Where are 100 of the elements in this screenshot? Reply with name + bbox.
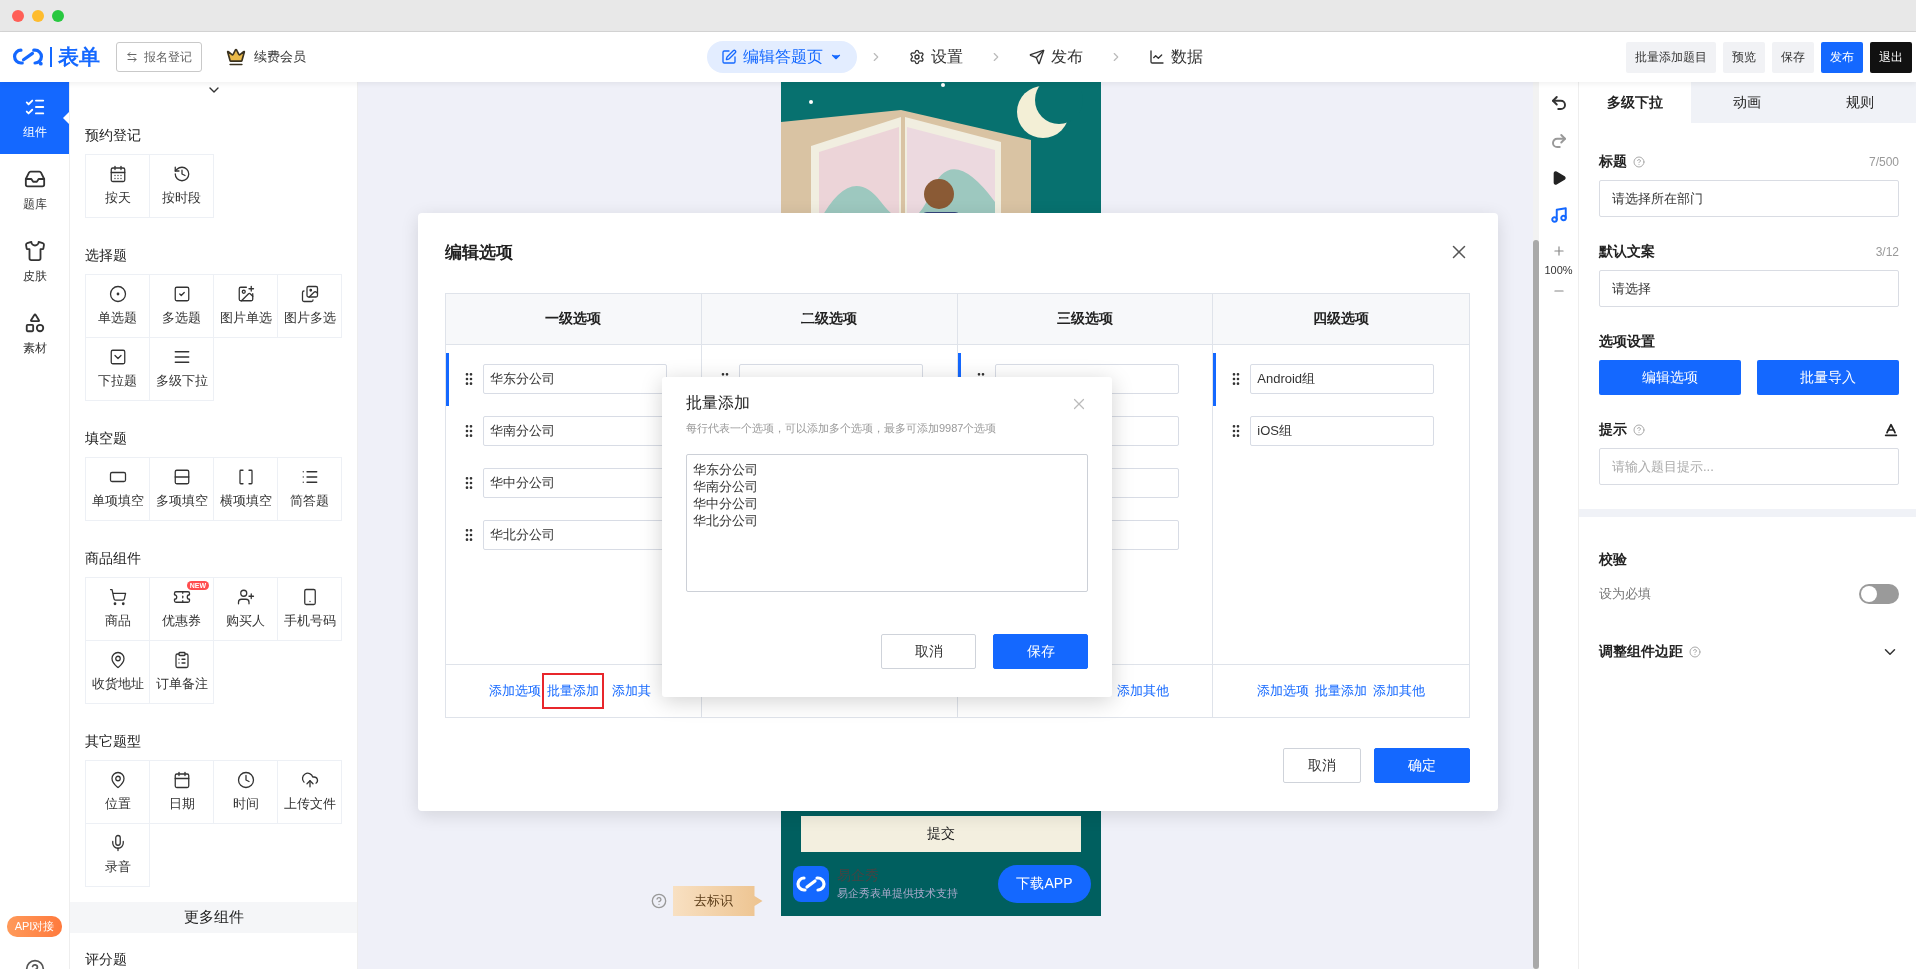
component-button[interactable]: 图片单选: [214, 275, 277, 337]
dialog-button[interactable]: 保存: [993, 634, 1088, 669]
component-button[interactable]: 时间: [214, 761, 277, 823]
component-button[interactable]: 录音: [86, 824, 149, 886]
column-header: 三级选项: [957, 294, 1213, 345]
toolbar-button[interactable]: 批量添加题目: [1626, 41, 1716, 73]
user-plus-icon: [236, 588, 255, 606]
component-button[interactable]: 收货地址: [86, 641, 149, 703]
dialog-title: 编辑选项: [445, 241, 513, 264]
option-settings-button[interactable]: 批量导入: [1757, 360, 1899, 395]
toolbar-button[interactable]: 退出: [1870, 41, 1912, 73]
scrollbar[interactable]: [1533, 240, 1539, 969]
required-label: 设为必填: [1599, 585, 1651, 603]
component-button[interactable]: 购买人: [214, 578, 277, 640]
panel-tab[interactable]: 动画: [1691, 82, 1804, 123]
pin-icon: [108, 651, 127, 669]
component-button[interactable]: 按时段: [150, 155, 213, 217]
dialog-button[interactable]: 确定: [1374, 748, 1470, 783]
table-link[interactable]: 添加其: [606, 673, 656, 709]
cloud-upload-icon: [300, 771, 319, 789]
hint-input[interactable]: 请输入题目提示...: [1599, 448, 1899, 485]
ticket-icon: [172, 588, 191, 606]
component-button[interactable]: 单选题: [86, 275, 149, 337]
component-button[interactable]: 横项填空: [214, 458, 277, 520]
dialog-button[interactable]: 取消: [881, 634, 976, 669]
text-style-icon[interactable]: [1883, 422, 1899, 438]
radio-icon: [108, 285, 127, 303]
renew-member-link[interactable]: 续费会员: [226, 47, 306, 67]
title-input[interactable]: 请选择所在部门: [1599, 180, 1899, 217]
checkbox-icon: [172, 285, 191, 303]
list-icon: [300, 468, 319, 486]
column-header: 二级选项: [701, 294, 957, 345]
remove-brand-button[interactable]: 去标识: [672, 886, 763, 916]
toolbar-button[interactable]: 保存: [1772, 41, 1814, 73]
download-app-button[interactable]: 下载APP: [998, 865, 1091, 903]
logo-text: 表单: [50, 47, 100, 67]
window-close-icon[interactable]: [12, 9, 24, 22]
component-button[interactable]: 多级下拉: [150, 338, 213, 400]
batch-textarea[interactable]: 华东分公司 华南分公司 华中分公司 华北分公司: [686, 454, 1088, 592]
panel-tab[interactable]: 规则: [1803, 82, 1916, 123]
component-button[interactable]: 订单备注: [150, 641, 213, 703]
brand-tagline: 易企秀表单提供技术支持: [836, 886, 959, 901]
component-button[interactable]: 简答题: [278, 458, 341, 520]
section-title: 商品组件: [85, 549, 142, 568]
char-counter: 3/12: [1875, 245, 1899, 259]
component-button[interactable]: 按天: [86, 155, 149, 217]
component-button[interactable]: 上传文件: [278, 761, 341, 823]
section-title: 评分题: [85, 951, 128, 969]
form-switch-button[interactable]: 报名登记: [116, 42, 202, 72]
cart-icon: [108, 588, 127, 606]
redo-icon[interactable]: [1549, 132, 1568, 150]
component-button[interactable]: 日期: [150, 761, 213, 823]
field-label: 默认文案: [1599, 243, 1655, 261]
dialog-button[interactable]: 取消: [1283, 748, 1361, 783]
field-label: 提示: [1599, 421, 1627, 439]
shirt-icon: [23, 239, 46, 262]
music-icon[interactable]: [1549, 206, 1568, 224]
lines-icon: [172, 348, 191, 366]
option-input[interactable]: 华东分公司: [483, 364, 667, 394]
more-components-button[interactable]: 更多组件: [70, 902, 357, 933]
step-tab[interactable]: 数据: [1135, 41, 1217, 73]
default-text-input[interactable]: 请选择: [1599, 270, 1899, 307]
section-title: 其它题型: [85, 732, 142, 751]
rail-item[interactable]: 组件: [0, 82, 69, 154]
component-button[interactable]: 商品: [86, 578, 149, 640]
field-label: 标题: [1599, 153, 1627, 171]
settings-icon: [909, 49, 925, 65]
step-tab[interactable]: 发布: [1015, 41, 1097, 73]
component-button[interactable]: 下拉题: [86, 338, 149, 400]
option-input[interactable]: Android组: [1250, 364, 1435, 394]
toolbar-button[interactable]: 预览: [1723, 41, 1765, 73]
shapes-icon: [23, 311, 46, 334]
section-title: 选择题: [85, 246, 128, 265]
clock-refresh-icon: [172, 165, 191, 183]
zoom-level: 100%: [1544, 264, 1573, 276]
component-button[interactable]: 多项填空: [150, 458, 213, 520]
option-settings-button[interactable]: 编辑选项: [1599, 360, 1741, 395]
undo-icon[interactable]: [1549, 94, 1568, 112]
table-link[interactable]: 添加其他: [1111, 673, 1174, 709]
crown-icon: [226, 47, 246, 67]
submit-button[interactable]: 提交: [800, 816, 1081, 852]
required-toggle[interactable]: [1859, 584, 1899, 604]
send-icon: [1029, 49, 1045, 65]
section-title: 填空题: [85, 429, 128, 448]
app-logo-icon: [792, 866, 829, 902]
component-button[interactable]: 手机号码: [278, 578, 341, 640]
component-button[interactable]: 单项填空: [86, 458, 149, 520]
calendar-icon: [108, 165, 127, 183]
calendar-icon: [172, 771, 191, 789]
component-button[interactable]: 位置: [86, 761, 149, 823]
component-button[interactable]: 图片多选: [278, 275, 341, 337]
column-header: 一级选项: [446, 294, 701, 345]
step-tab[interactable]: 设置: [895, 41, 977, 73]
toolbar-button[interactable]: 发布: [1821, 41, 1863, 73]
dialog-hint: 每行代表一个选项，可以添加多个选项，最多可添加9987个选项: [686, 421, 998, 436]
field-label: 校验: [1599, 551, 1627, 569]
table-link[interactable]: 批量添加: [542, 673, 605, 709]
step-tab[interactable]: 编辑答题页: [707, 41, 857, 73]
option-input[interactable]: iOS组: [1250, 416, 1435, 446]
column-header: 四级选项: [1213, 294, 1469, 345]
